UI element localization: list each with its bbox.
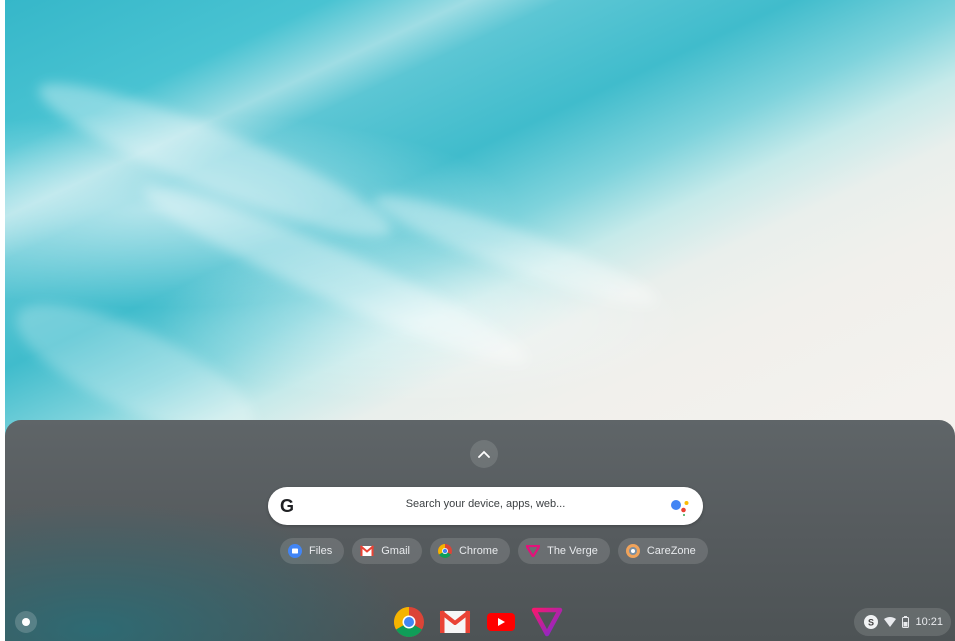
launcher-search-box[interactable]: G Search your device, apps, web... bbox=[268, 487, 703, 525]
suggested-app-gmail[interactable]: Gmail bbox=[352, 538, 422, 564]
carezone-icon bbox=[625, 544, 640, 558]
pinned-apps bbox=[393, 606, 563, 638]
suggested-app-label: Gmail bbox=[381, 545, 410, 557]
suggested-app-the-verge[interactable]: The Verge bbox=[518, 538, 610, 564]
shelf-app-the-verge[interactable] bbox=[531, 606, 563, 638]
suggested-app-label: The Verge bbox=[547, 545, 598, 557]
expand-launcher-button[interactable] bbox=[470, 440, 498, 468]
account-avatar-icon: S bbox=[864, 615, 879, 629]
account-badge: S bbox=[868, 618, 874, 628]
desktop: G Search your device, apps, web... Files… bbox=[0, 0, 955, 641]
gmail-icon bbox=[439, 610, 471, 633]
suggested-app-files[interactable]: Files bbox=[280, 538, 345, 564]
suggested-apps: Files Gmail Chrome The Verge CareZone bbox=[280, 538, 708, 564]
verge-icon bbox=[531, 607, 563, 637]
suggested-app-label: Files bbox=[309, 545, 333, 557]
shelf-app-youtube[interactable] bbox=[485, 606, 517, 638]
shelf: S 10:21 bbox=[5, 603, 955, 641]
youtube-icon bbox=[487, 613, 515, 631]
google-assistant-icon[interactable] bbox=[669, 496, 691, 516]
launcher-button[interactable] bbox=[15, 611, 37, 633]
status-tray[interactable]: S 10:21 bbox=[854, 608, 951, 636]
shelf-app-gmail[interactable] bbox=[439, 606, 471, 638]
chrome-icon bbox=[394, 607, 424, 637]
battery-icon bbox=[902, 616, 910, 628]
chrome-icon bbox=[437, 544, 452, 558]
suggested-app-chrome[interactable]: Chrome bbox=[429, 538, 511, 564]
launcher-circle-icon bbox=[22, 618, 30, 626]
files-icon bbox=[288, 544, 302, 558]
gmail-icon bbox=[360, 544, 375, 558]
wifi-icon bbox=[884, 617, 897, 627]
search-placeholder: Search your device, apps, web... bbox=[405, 498, 566, 510]
shelf-app-chrome[interactable] bbox=[393, 606, 425, 638]
clock-time: 10:21 bbox=[915, 616, 943, 628]
suggested-app-label: Chrome bbox=[458, 545, 499, 557]
verge-icon bbox=[526, 544, 541, 558]
suggested-app-carezone[interactable]: CareZone bbox=[617, 538, 708, 564]
chevron-up-icon bbox=[478, 450, 490, 458]
suggested-app-label: CareZone bbox=[646, 545, 696, 557]
